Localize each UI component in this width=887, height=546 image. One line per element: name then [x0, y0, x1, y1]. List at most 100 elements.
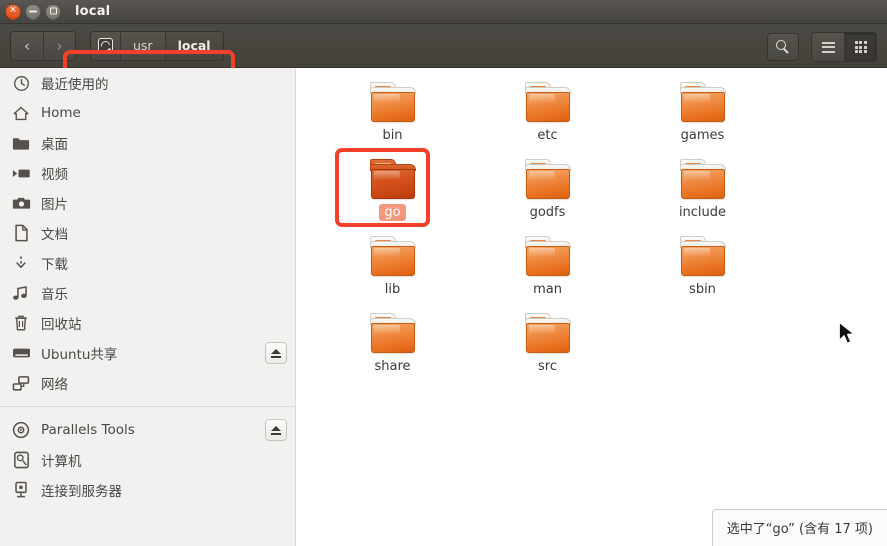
- file-item-godfs[interactable]: godfs: [470, 153, 625, 230]
- folder-icon: [368, 159, 418, 201]
- file-grid: bin etc games go godfs include lib man s…: [315, 76, 875, 384]
- sidebar-item-label: 音乐: [41, 287, 68, 303]
- maximize-button[interactable]: [45, 3, 61, 20]
- trash-icon: [10, 313, 32, 333]
- file-item-label: go: [379, 204, 406, 221]
- sidebar-item-recent[interactable]: 最近使用的: [0, 68, 295, 98]
- window-controls: ✕: [5, 3, 61, 20]
- music-icon: [10, 283, 32, 303]
- file-item-label: games: [680, 128, 725, 143]
- sidebar-item-documents[interactable]: 文档: [0, 218, 295, 248]
- computer-icon: [10, 450, 32, 470]
- title-bar: ✕ local: [0, 0, 887, 24]
- sidebar-item-music[interactable]: 音乐: [0, 278, 295, 308]
- drive-icon: [10, 343, 32, 363]
- document-icon: [10, 223, 32, 243]
- window-title: local: [75, 4, 111, 19]
- eject-button-ubuntu-share[interactable]: [265, 342, 287, 364]
- folder-icon: [678, 159, 728, 201]
- file-item-include[interactable]: include: [625, 153, 780, 230]
- file-item-share[interactable]: share: [315, 307, 470, 384]
- folder-icon: [523, 313, 573, 355]
- computer-icon: [98, 38, 113, 53]
- eject-icon: [271, 348, 282, 358]
- sidebar-item-label: 桌面: [41, 137, 68, 153]
- folder-icon: [368, 236, 418, 278]
- folder-icon: [368, 313, 418, 355]
- navigation-buttons: ‹ ›: [10, 30, 76, 61]
- sidebar-item-label: 最近使用的: [41, 77, 109, 93]
- sidebar-item-parallels-tools[interactable]: Parallels Tools: [0, 415, 295, 445]
- file-item-label: share: [374, 359, 411, 374]
- sidebar-item-label: Ubuntu共享: [41, 347, 118, 363]
- sidebar-item-home[interactable]: Home: [0, 98, 295, 128]
- file-manager-window: ✕ local ‹ › usr local 最近使用的 Home 桌面 视频 图…: [0, 0, 887, 546]
- home-icon: [10, 103, 32, 123]
- camera-icon: [10, 193, 32, 213]
- eject-button-parallels-tools[interactable]: [265, 419, 287, 441]
- folder-icon: [523, 82, 573, 124]
- folder-icon: [523, 159, 573, 201]
- sidebar-item-network[interactable]: 网络: [0, 368, 295, 398]
- sidebar-separator: [0, 406, 295, 407]
- toolbar-right-controls: [767, 32, 877, 62]
- file-item-label: src: [538, 359, 557, 374]
- file-item-go[interactable]: go: [315, 153, 470, 230]
- sidebar-item-desktop[interactable]: 桌面: [0, 128, 295, 158]
- sidebar-item-connect-to-server[interactable]: 连接到服务器: [0, 475, 295, 505]
- file-item-label: man: [533, 282, 562, 297]
- breadcrumb: usr local: [90, 30, 224, 61]
- close-button[interactable]: ✕: [5, 3, 21, 20]
- file-item-src[interactable]: src: [470, 307, 625, 384]
- forward-button[interactable]: ›: [43, 31, 75, 60]
- search-button[interactable]: [767, 33, 799, 61]
- file-item-label: etc: [537, 128, 558, 143]
- file-grid-area[interactable]: bin etc games go godfs include lib man s…: [297, 68, 887, 546]
- breadcrumb-item-computer[interactable]: [91, 31, 120, 60]
- view-mode-group: [811, 32, 877, 62]
- folder-icon: [10, 133, 32, 153]
- file-item-label: include: [678, 205, 727, 220]
- sidebar-item-trash[interactable]: 回收站: [0, 308, 295, 338]
- sidebar-item-label: Parallels Tools: [41, 422, 135, 438]
- sidebar-item-videos[interactable]: 视频: [0, 158, 295, 188]
- file-item-games[interactable]: games: [625, 76, 780, 153]
- search-icon: [775, 39, 791, 55]
- file-item-label: bin: [382, 128, 403, 143]
- sidebar-item-label: 下载: [41, 257, 68, 273]
- clock-icon: [10, 73, 32, 93]
- folder-icon: [523, 236, 573, 278]
- file-item-bin[interactable]: bin: [315, 76, 470, 153]
- status-bar: 选中了“go” (含有 17 项): [711, 509, 887, 546]
- folder-icon: [368, 82, 418, 124]
- sidebar-item-label: 连接到服务器: [41, 484, 122, 500]
- breadcrumb-item-local[interactable]: local: [164, 31, 223, 60]
- sidebar-item-label: 文档: [41, 227, 68, 243]
- file-item-lib[interactable]: lib: [315, 230, 470, 307]
- disc-icon: [10, 420, 32, 440]
- breadcrumb-item-usr[interactable]: usr: [120, 31, 165, 60]
- sidebar-item-computer[interactable]: 计算机: [0, 445, 295, 475]
- list-view-icon: [821, 41, 835, 53]
- sidebar-item-downloads[interactable]: 下载: [0, 248, 295, 278]
- sidebar-item-label: 计算机: [41, 454, 82, 470]
- back-button[interactable]: ‹: [11, 31, 43, 60]
- file-item-man[interactable]: man: [470, 230, 625, 307]
- file-item-label: sbin: [689, 282, 716, 297]
- grid-view-icon: [854, 41, 867, 53]
- eject-icon: [271, 425, 282, 435]
- folder-icon: [678, 236, 728, 278]
- minimize-button[interactable]: [25, 3, 41, 20]
- file-item-label: lib: [384, 282, 401, 297]
- file-item-sbin[interactable]: sbin: [625, 230, 780, 307]
- download-icon: [10, 253, 32, 273]
- sidebar-item-label: 回收站: [41, 317, 82, 333]
- network-icon: [10, 373, 32, 393]
- sidebar: 最近使用的 Home 桌面 视频 图片 文档 下载 音乐 回收站 Ubuntu共…: [0, 68, 296, 546]
- list-view-button[interactable]: [812, 33, 844, 61]
- file-item-etc[interactable]: etc: [470, 76, 625, 153]
- grid-view-button[interactable]: [844, 33, 876, 61]
- server-connect-icon: [10, 480, 32, 500]
- sidebar-item-ubuntu-share[interactable]: Ubuntu共享: [0, 338, 295, 368]
- sidebar-item-pictures[interactable]: 图片: [0, 188, 295, 218]
